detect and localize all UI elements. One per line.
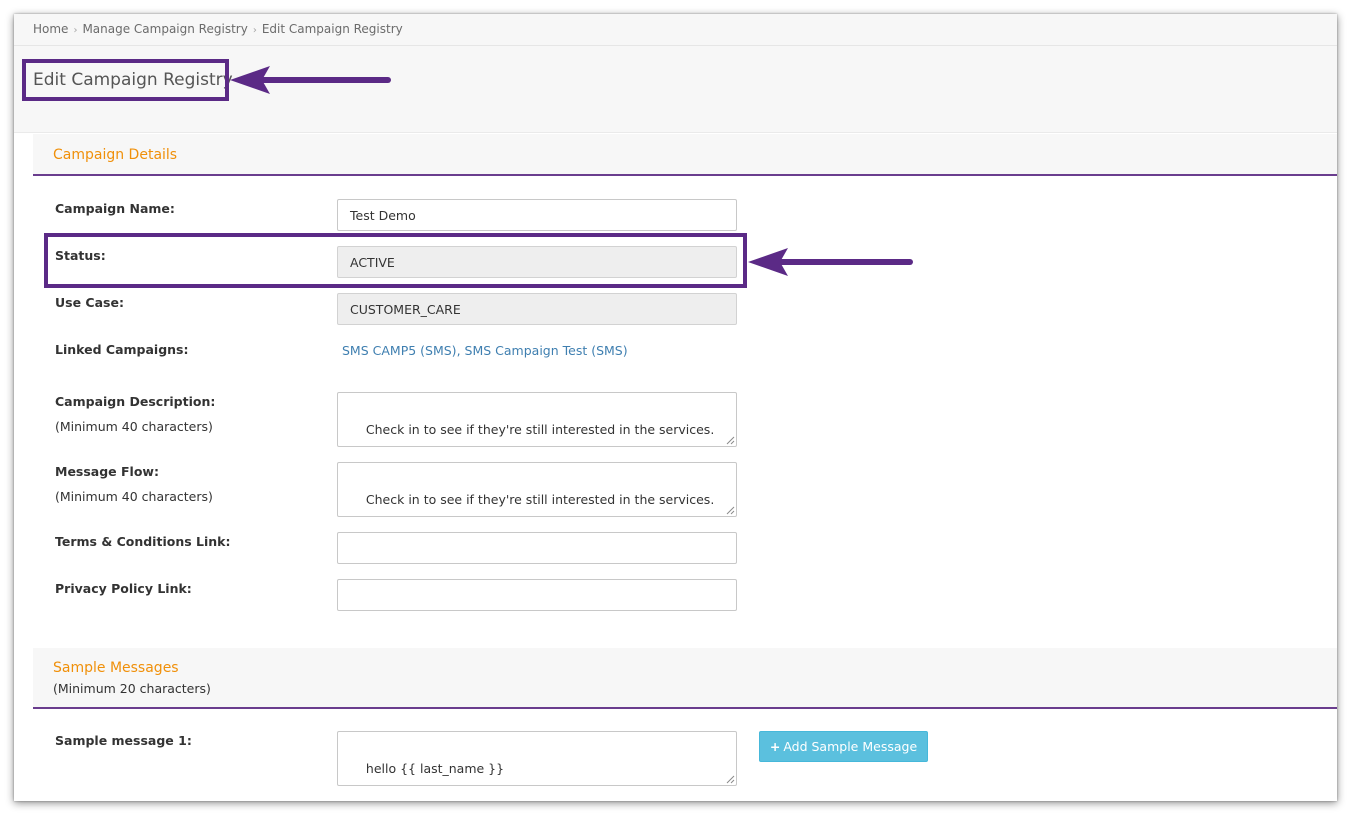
- resize-handle-icon[interactable]: [726, 506, 735, 515]
- message-flow-textarea[interactable]: Check in to see if they're still interes…: [337, 462, 737, 517]
- campaign-description-text: Check in to see if they're still interes…: [365, 422, 715, 437]
- title-annotation-arrow: [230, 66, 391, 94]
- sample-message-label: Sample message 1:: [55, 733, 192, 748]
- campaign-description-note: (Minimum 40 characters): [55, 419, 213, 434]
- sample-message-textarea[interactable]: hello {{ last_name }} are you sure you d…: [337, 731, 737, 786]
- add-sample-message-label: Add Sample Message: [783, 739, 918, 754]
- campaign-description-textarea[interactable]: Check in to see if they're still interes…: [337, 392, 737, 447]
- breadcrumb: Home › Manage Campaign Registry › Edit Campa…: [33, 22, 403, 36]
- linked-campaign-link[interactable]: SMS CAMP5 (SMS): [342, 343, 457, 358]
- status-annotation-arrow: [748, 248, 913, 276]
- sample-messages-title: Sample Messages: [53, 660, 179, 676]
- breadcrumb-separator: ›: [252, 25, 257, 36]
- use-case-field: CUSTOMER_CARE: [337, 293, 737, 325]
- use-case-label: Use Case:: [55, 295, 124, 310]
- linked-campaign-link[interactable]: SMS Campaign Test (SMS): [465, 343, 628, 358]
- campaign-description-label: Campaign Description:: [55, 394, 216, 409]
- privacy-link-label: Privacy Policy Link:: [55, 581, 192, 596]
- sample-message-text: hello {{ last_name }} are you sure you d…: [365, 761, 505, 776]
- message-flow-note: (Minimum 40 characters): [55, 489, 213, 504]
- link-separator: ,: [456, 343, 465, 358]
- linked-campaigns-label: Linked Campaigns:: [55, 342, 189, 357]
- linked-campaigns-links: SMS CAMP5 (SMS), SMS Campaign Test (SMS): [342, 343, 628, 358]
- message-flow-text: Check in to see if they're still interes…: [365, 492, 715, 507]
- terms-link-label: Terms & Conditions Link:: [55, 534, 231, 549]
- campaign-name-input[interactable]: Test Demo: [337, 199, 737, 231]
- resize-handle-icon[interactable]: [726, 436, 735, 445]
- campaign-details-title: Campaign Details: [53, 147, 178, 163]
- message-flow-label: Message Flow:: [55, 464, 159, 479]
- breadcrumb-bar: Home › Manage Campaign Registry › Edit Campa…: [14, 14, 1337, 46]
- sample-messages-header: Sample Messages (Minimum 20 characters): [33, 648, 1337, 709]
- breadcrumb-separator: ›: [73, 25, 78, 36]
- breadcrumb-home[interactable]: Home: [33, 22, 68, 36]
- campaign-details-header: Campaign Details: [33, 134, 1337, 176]
- sample-messages-note: (Minimum 20 characters): [53, 681, 211, 696]
- breadcrumb-current: Edit Campaign Registry: [261, 22, 403, 36]
- campaign-name-label: Campaign Name:: [55, 201, 175, 216]
- add-sample-message-button[interactable]: + Add Sample Message: [759, 731, 928, 762]
- privacy-link-input[interactable]: [337, 579, 737, 611]
- app-window: Home › Manage Campaign Registry › Edit Campa…: [14, 14, 1337, 801]
- terms-link-input[interactable]: [337, 532, 737, 564]
- status-highlight-box: [44, 233, 747, 288]
- breadcrumb-manage-campaign-registry[interactable]: Manage Campaign Registry: [82, 22, 247, 36]
- plus-icon: +: [769, 739, 781, 754]
- title-highlight-box: [22, 59, 229, 101]
- resize-handle-icon[interactable]: [726, 775, 735, 784]
